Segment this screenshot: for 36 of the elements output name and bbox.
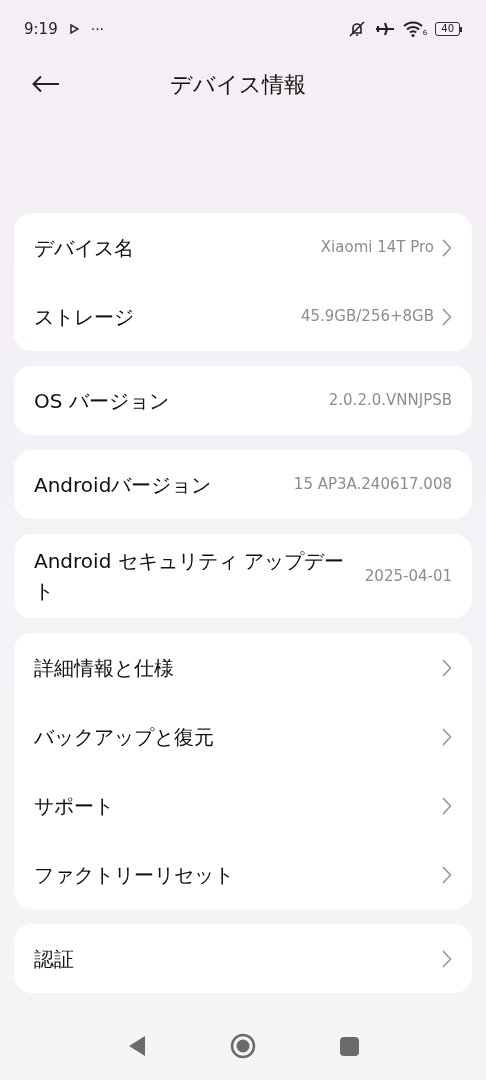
settings-row[interactable]: 詳細情報と仕様 (14, 633, 472, 702)
row-label: OS バージョン (34, 387, 169, 415)
row-label: Android セキュリティ アップデート (34, 548, 346, 605)
row-label: 認証 (34, 945, 74, 973)
row-label: Androidバージョン (34, 471, 212, 499)
nav-home-icon[interactable] (229, 1033, 256, 1059)
settings-row[interactable]: バックアップと復元 (14, 702, 472, 771)
settings-row[interactable]: Android セキュリティ アップデート 2025-04-01 (14, 534, 472, 618)
settings-row[interactable]: デバイス名 Xiaomi 14T Pro (14, 213, 472, 282)
wifi-icon (402, 21, 423, 37)
battery-indicator: 40 (435, 22, 462, 36)
airplane-icon (374, 21, 395, 37)
status-dots: ··· (90, 19, 105, 39)
row-value: 45.9GB/256+8GB (300, 306, 434, 328)
settings-row[interactable]: Androidバージョン 15 AP3A.240617.008 (14, 450, 472, 519)
play-icon (69, 24, 79, 34)
settings-row[interactable]: ストレージ 45.9GB/256+8GB (14, 282, 472, 351)
row-value: 15 AP3A.240617.008 (293, 474, 452, 496)
back-arrow-icon[interactable] (32, 75, 60, 93)
settings-row[interactable]: サポート (14, 771, 472, 840)
row-label: バックアップと復元 (34, 723, 214, 751)
row-label: 詳細情報と仕様 (34, 654, 174, 682)
row-label: デバイス名 (34, 234, 134, 262)
settings-row[interactable]: OS バージョン 2.0.2.0.VNNJPSB (14, 366, 472, 435)
nav-recents-icon[interactable] (339, 1036, 359, 1056)
nav-back-icon[interactable] (127, 1035, 146, 1057)
page-title: デバイス情報 (170, 70, 306, 99)
settings-row[interactable]: ファクトリーリセット (14, 840, 472, 909)
row-label: サポート (34, 792, 114, 820)
settings-row[interactable]: 認証 (14, 924, 472, 993)
row-value: Xiaomi 14T Pro (320, 237, 434, 259)
row-value: 2025-04-01 (364, 565, 452, 587)
row-label: ファクトリーリセット (34, 861, 234, 889)
row-label: ストレージ (34, 303, 134, 331)
row-value: 2.0.2.0.VNNJPSB (328, 390, 452, 412)
status-time: 9:19 (24, 18, 58, 40)
